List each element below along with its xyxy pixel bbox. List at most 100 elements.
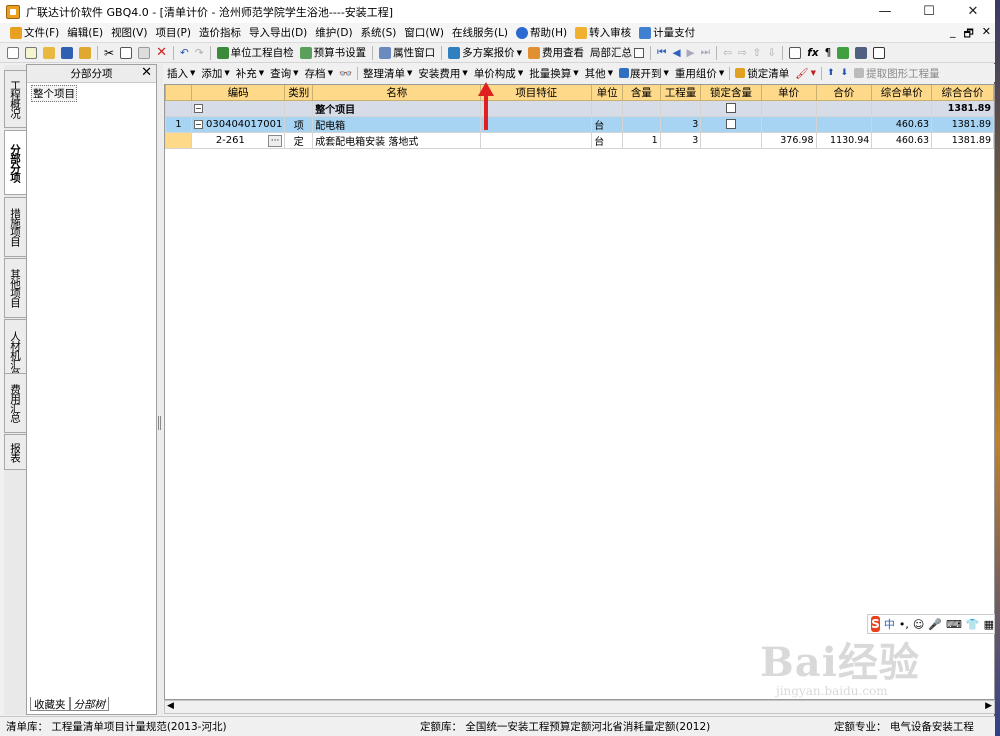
cube-icon[interactable] xyxy=(834,44,852,62)
extract-quantity-button[interactable]: 提取图形工程量 xyxy=(851,66,943,81)
scroll-right-icon[interactable]: ▶ xyxy=(985,701,992,711)
install-fee-button[interactable]: 安装费用 ▼ xyxy=(415,66,470,81)
splitter-grip[interactable] xyxy=(158,416,161,430)
tab-reports[interactable]: 报表 xyxy=(4,434,26,470)
microphone-icon[interactable]: 🎤 xyxy=(928,618,942,631)
partial-summary-checkbox[interactable] xyxy=(633,47,644,58)
paste-icon[interactable] xyxy=(135,44,153,62)
tree-close-icon[interactable]: ✕ xyxy=(141,65,152,80)
minimize-button[interactable]: — xyxy=(863,0,907,23)
add-button[interactable]: 添加 ▼ xyxy=(198,66,232,81)
delete-icon[interactable]: ✕ xyxy=(153,44,170,62)
collapse-icon[interactable]: − xyxy=(193,119,203,129)
keyboard-icon[interactable]: ⌨ xyxy=(946,618,962,631)
collapse-toggle[interactable]: − xyxy=(190,100,286,117)
supplement-button[interactable]: 补充 ▼ xyxy=(233,66,267,81)
menu-maintain[interactable]: 维护(D) xyxy=(311,24,356,42)
multi-quote-button[interactable]: 多方案报价 ▼ xyxy=(445,44,525,62)
menu-payment[interactable]: 计量支付 xyxy=(635,24,699,42)
tools-icon[interactable]: ▦ xyxy=(984,618,994,631)
emoji-icon[interactable]: ☺ xyxy=(913,618,924,631)
tab-favorites[interactable]: 收藏夹 xyxy=(30,697,70,711)
unit-price-composition-button[interactable]: 单价构成 ▼ xyxy=(471,66,526,81)
horizontal-scrollbar[interactable]: ◀ ▶ xyxy=(164,700,995,714)
next-icon[interactable]: ▶ xyxy=(684,44,698,62)
menu-cost-index[interactable]: 造价指标 xyxy=(195,24,245,42)
menu-system[interactable]: 系统(S) xyxy=(357,24,401,42)
table-row-item[interactable]: 1 − 030404017001 项 配电箱 台 3 460.63 1381.8… xyxy=(165,116,994,133)
collapse-icon[interactable]: − xyxy=(193,103,203,113)
move-up-arrow-icon[interactable]: ⬆ xyxy=(824,68,838,78)
first-icon[interactable]: ⏮ xyxy=(654,44,669,62)
table-row-quota[interactable]: 2-261 ··· 定 成套配电箱安装 落地式 台 1 3 376.98 1130… xyxy=(165,132,994,149)
mdi-minimize-button[interactable]: _ xyxy=(950,25,956,44)
tree-root-node[interactable]: 整个项目 xyxy=(31,85,77,102)
unit-check-button[interactable]: 单位工程自检 xyxy=(214,44,297,62)
lock-content-checkbox[interactable] xyxy=(726,103,736,113)
skin-icon[interactable]: 👕 xyxy=(966,618,980,631)
formula-icon[interactable]: fx xyxy=(804,44,821,62)
new-file-icon[interactable] xyxy=(4,44,22,62)
reuse-price-button[interactable]: 重用组价 ▼ xyxy=(672,66,727,81)
col-lock-content[interactable]: 锁定含量 xyxy=(700,85,762,101)
new-template-icon[interactable] xyxy=(22,44,40,62)
property-window-button[interactable]: 属性窗口 xyxy=(376,44,438,62)
tab-division-tree[interactable]: 分部树 xyxy=(69,697,109,711)
menu-import-export[interactable]: 导入导出(D) xyxy=(245,24,311,42)
image-icon[interactable] xyxy=(852,44,870,62)
col-unit-price[interactable]: 单价 xyxy=(760,85,817,101)
col-comp-unit-price[interactable]: 综合单价 xyxy=(871,85,933,101)
tab-measures[interactable]: 措施项目 xyxy=(4,197,26,257)
table-icon[interactable] xyxy=(870,44,888,62)
menu-edit[interactable]: 编辑(E) xyxy=(63,24,107,42)
undo-icon[interactable]: ↶ xyxy=(177,44,192,62)
save-icon[interactable] xyxy=(58,44,76,62)
move-up-icon[interactable]: ⇧ xyxy=(750,44,765,62)
menu-project[interactable]: 项目(P) xyxy=(151,24,195,42)
move-right-icon[interactable]: ⇨ xyxy=(735,44,750,62)
col-total[interactable]: 合价 xyxy=(815,85,873,101)
scroll-left-icon[interactable]: ◀ xyxy=(167,701,174,711)
mdi-restore-button[interactable]: 🗗 xyxy=(963,25,973,44)
col-code[interactable]: 编码 xyxy=(190,85,286,101)
last-icon[interactable]: ⏭ xyxy=(698,44,713,62)
insert-button[interactable]: 插入 ▼ xyxy=(164,66,198,81)
col-name[interactable]: 名称 xyxy=(312,85,482,101)
tab-sub-items[interactable]: 分部分项 xyxy=(4,130,26,195)
lock-list-button[interactable]: 锁定清单 xyxy=(732,66,792,81)
prev-icon[interactable]: ◀ xyxy=(669,44,683,62)
move-left-icon[interactable]: ⇦ xyxy=(720,44,735,62)
list-icon[interactable] xyxy=(786,44,804,62)
col-type[interactable]: 类别 xyxy=(284,85,314,101)
color-fill-icon[interactable]: 🖌 ▼ xyxy=(792,67,819,80)
menu-window[interactable]: 窗口(W) xyxy=(400,24,448,42)
budget-settings-button[interactable]: 预算书设置 xyxy=(297,44,370,62)
mdi-close-button[interactable]: ✕ xyxy=(982,25,991,44)
col-comp-total[interactable]: 综合合价 xyxy=(931,85,994,101)
more-button[interactable]: ··· xyxy=(267,134,283,147)
partial-summary-button[interactable]: 局部汇总 xyxy=(587,44,647,62)
move-down-arrow-icon[interactable]: ⬇ xyxy=(838,68,852,78)
col-quantity[interactable]: 工程量 xyxy=(659,85,702,101)
paragraph-icon[interactable]: ¶ xyxy=(822,44,835,62)
table-row-total[interactable]: − 整个项目 1381.89 xyxy=(165,100,994,117)
tab-project-overview[interactable]: 工程概况 xyxy=(4,70,26,128)
menu-audit[interactable]: 转入审核 xyxy=(571,24,635,42)
menu-help[interactable]: 帮助(H) xyxy=(512,24,571,42)
lock-content-checkbox[interactable] xyxy=(726,119,736,129)
other-button[interactable]: 其他 ▼ xyxy=(582,66,616,81)
ime-punct[interactable]: •, xyxy=(899,618,909,631)
organize-list-button[interactable]: 整理清单 ▼ xyxy=(360,66,415,81)
expand-to-button[interactable]: 展开到 ▼ xyxy=(616,66,672,81)
col-content[interactable]: 含量 xyxy=(622,85,661,101)
close-button[interactable]: ✕ xyxy=(951,0,995,23)
move-down-icon[interactable]: ⇩ xyxy=(764,44,779,62)
query-button[interactable]: 查询 ▼ xyxy=(267,66,301,81)
folder-icon[interactable] xyxy=(76,44,94,62)
fee-view-button[interactable]: 费用查看 xyxy=(525,44,587,62)
menu-online[interactable]: 在线服务(L) xyxy=(448,24,512,42)
redo-icon[interactable]: ↷ xyxy=(192,44,207,62)
menu-file[interactable]: 文件(F) xyxy=(6,24,63,42)
cut-icon[interactable]: ✂ xyxy=(101,44,117,62)
open-folder-icon[interactable] xyxy=(40,44,58,62)
